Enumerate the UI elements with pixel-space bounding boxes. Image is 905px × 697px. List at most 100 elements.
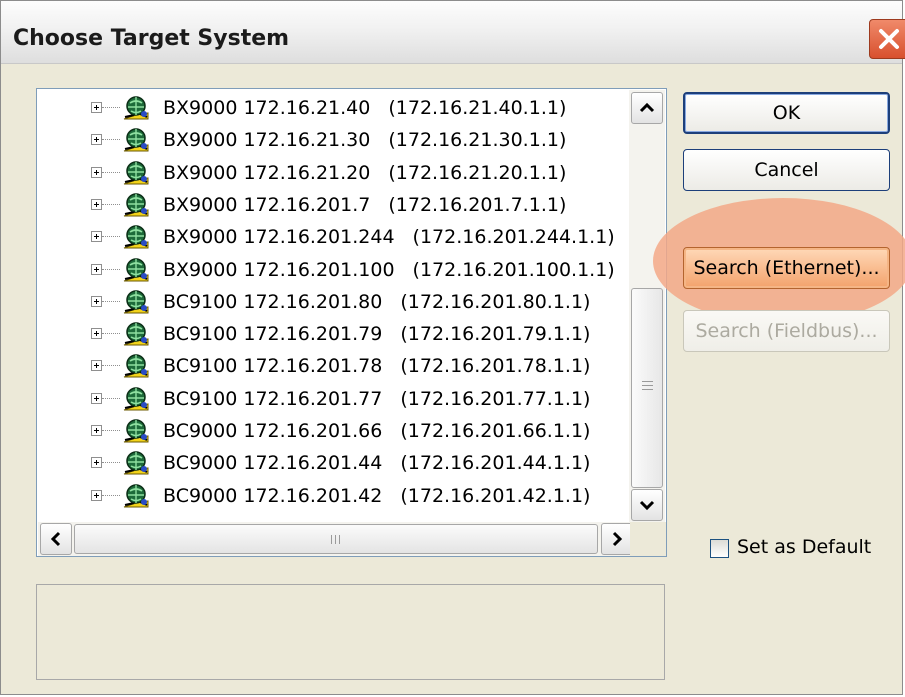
plus-expander-icon[interactable] <box>91 392 102 404</box>
scrollbar-corner <box>630 522 666 556</box>
tree-item-label: BX9000 172.16.21.20 <box>163 161 371 184</box>
network-node-icon <box>122 224 150 250</box>
tree-connector-line <box>102 268 120 270</box>
grip-line <box>335 535 336 544</box>
plus-expander-icon[interactable] <box>91 425 102 436</box>
network-node-icon <box>122 289 150 315</box>
set-as-default-label: Set as Default <box>737 536 872 558</box>
tree-item[interactable]: BX9000 172.16.201.100 (172.16.201.100.1.1… <box>37 254 627 286</box>
cancel-button[interactable]: Cancel <box>683 149 890 191</box>
target-info-panel <box>36 584 665 680</box>
tree-connector-line <box>102 171 120 173</box>
search-ethernet-button[interactable]: Search (Ethernet)... <box>683 247 890 289</box>
scroll-left-button[interactable] <box>40 523 72 555</box>
plus-expander-icon[interactable] <box>91 457 102 469</box>
tree-item-label: BX9000 172.16.21.30 <box>163 129 371 152</box>
tree-item-address: (172.16.201.66.1.1) <box>400 420 591 442</box>
plus-expander-icon[interactable] <box>91 231 102 243</box>
tree-item[interactable]: BC9000 172.16.201.66 (172.16.201.66.1.1) <box>37 415 627 447</box>
search-fieldbus-button[interactable]: Search (Fieldbus)... <box>683 310 890 352</box>
tree-item-address: (172.16.201.78.1.1) <box>400 355 591 378</box>
tree-item[interactable]: BC9100 172.16.201.79 (172.16.201.79.1.1) <box>37 318 627 350</box>
tree-item-address: (172.16.201.44.1.1) <box>400 452 591 475</box>
tree-connector-line <box>102 397 120 399</box>
tree-item-label: BC9100 172.16.201.78 <box>163 355 383 378</box>
tree-item[interactable]: BC9000 172.16.201.42 (172.16.201.42.1.1) <box>37 480 627 512</box>
set-as-default-checkbox[interactable] <box>710 539 729 558</box>
plus-expander-icon[interactable] <box>91 166 102 178</box>
tree-item-label: BC9100 172.16.201.77 <box>163 387 383 410</box>
tree-item-address: (172.16.201.7.1.1) <box>388 193 567 216</box>
close-button[interactable] <box>869 19 905 59</box>
tree-item-label: BC9000 172.16.201.44 <box>163 452 383 475</box>
network-node-icon <box>122 160 150 186</box>
tree-item[interactable]: BC9100 172.16.201.80 (172.16.201.80.1.1) <box>37 286 627 318</box>
tree-connector-line <box>102 462 120 464</box>
tree-connector-line <box>102 107 120 108</box>
tree-item[interactable]: BC9000 172.16.201.44 (172.16.201.44.1.1) <box>37 447 627 479</box>
plus-expander-icon[interactable] <box>91 263 102 275</box>
tree-item-label: BC9000 172.16.201.42 <box>163 484 383 507</box>
tree-item-label: BX9000 172.16.201.244 <box>163 226 395 249</box>
title-bar[interactable]: Choose Target System <box>1 1 905 64</box>
tree-item-address: (172.16.201.79.1.1) <box>400 323 591 346</box>
tree-connector-line <box>102 139 120 141</box>
tree-item[interactable]: BX9000 172.16.21.40 (172.16.21.40.1.1) <box>37 92 627 124</box>
network-node-icon <box>122 257 150 283</box>
network-node-icon <box>122 483 150 509</box>
plus-expander-icon[interactable] <box>91 102 102 113</box>
grip-line <box>642 389 653 390</box>
network-node-icon <box>122 127 150 153</box>
tree-connector-line <box>102 300 120 302</box>
chevron-right-icon <box>612 531 623 547</box>
vertical-scroll-thumb[interactable] <box>631 288 663 488</box>
plus-expander-icon[interactable] <box>91 360 102 372</box>
target-tree-view[interactable]: BX9000 172.16.21.40 (172.16.21.40.1.1) BX9… <box>36 88 667 557</box>
network-node-icon <box>122 353 150 379</box>
ok-button[interactable]: OK <box>683 92 890 134</box>
tree-connector-line <box>102 203 120 205</box>
scroll-right-button[interactable] <box>601 523 633 555</box>
chevron-up-icon <box>639 102 655 113</box>
tree-item-address: (172.16.201.244.1.1) <box>412 226 615 249</box>
scroll-down-button[interactable] <box>631 489 663 521</box>
tree-item-label: BC9000 172.16.201.66 <box>163 420 383 442</box>
tree-item-label: BC9100 172.16.201.80 <box>163 290 383 313</box>
tree-item-address: (172.16.21.20.1.1) <box>388 161 567 184</box>
tree-connector-line <box>102 236 120 238</box>
network-node-icon <box>122 450 150 476</box>
network-node-icon <box>122 418 150 444</box>
chevron-down-icon <box>639 500 655 511</box>
network-node-icon <box>122 321 150 347</box>
plus-expander-icon[interactable] <box>91 198 102 210</box>
tree-item[interactable]: BX9000 172.16.21.30 (172.16.21.30.1.1) <box>37 124 627 156</box>
chevron-left-icon <box>50 531 61 547</box>
tree-item-address: (172.16.21.30.1.1) <box>388 129 567 152</box>
tree-item[interactable]: BC9100 172.16.201.77 (172.16.201.77.1.1) <box>37 383 627 415</box>
tree-connector-line <box>102 430 120 431</box>
tree-item-address: (172.16.201.77.1.1) <box>400 387 591 410</box>
tree-item-label: BX9000 172.16.201.100 <box>163 258 395 281</box>
horizontal-scrollbar[interactable] <box>38 522 633 556</box>
tree-item-address: (172.16.201.42.1.1) <box>400 484 591 507</box>
network-node-icon <box>122 95 150 121</box>
tree-item-address: (172.16.201.100.1.1) <box>412 258 615 281</box>
tree-item-label: BX9000 172.16.21.40 <box>163 97 371 119</box>
plus-expander-icon[interactable] <box>91 489 102 501</box>
plus-expander-icon[interactable] <box>91 328 102 340</box>
close-icon <box>879 29 899 49</box>
tree-item[interactable]: BC9100 172.16.201.78 (172.16.201.78.1.1) <box>37 350 627 382</box>
tree-item[interactable]: BX9000 172.16.201.244 (172.16.201.244.1.1… <box>37 221 627 253</box>
plus-expander-icon[interactable] <box>91 134 102 146</box>
window-title: Choose Target System <box>13 26 290 51</box>
tree-item[interactable]: BX9000 172.16.201.7 (172.16.201.7.1.1) <box>37 189 627 221</box>
scroll-up-button[interactable] <box>631 92 663 124</box>
horizontal-scroll-thumb[interactable] <box>74 524 598 554</box>
network-node-icon <box>122 192 150 218</box>
grip-line <box>642 381 653 382</box>
tree-item[interactable]: BX9000 172.16.21.20 (172.16.21.20.1.1) <box>37 157 627 189</box>
tree-item-address: (172.16.21.40.1.1) <box>388 97 567 119</box>
vertical-scrollbar[interactable] <box>629 90 665 522</box>
plus-expander-icon[interactable] <box>91 295 102 307</box>
choose-target-system-dialog: Choose Target System BX9000 172.16.21.40… <box>0 0 905 695</box>
